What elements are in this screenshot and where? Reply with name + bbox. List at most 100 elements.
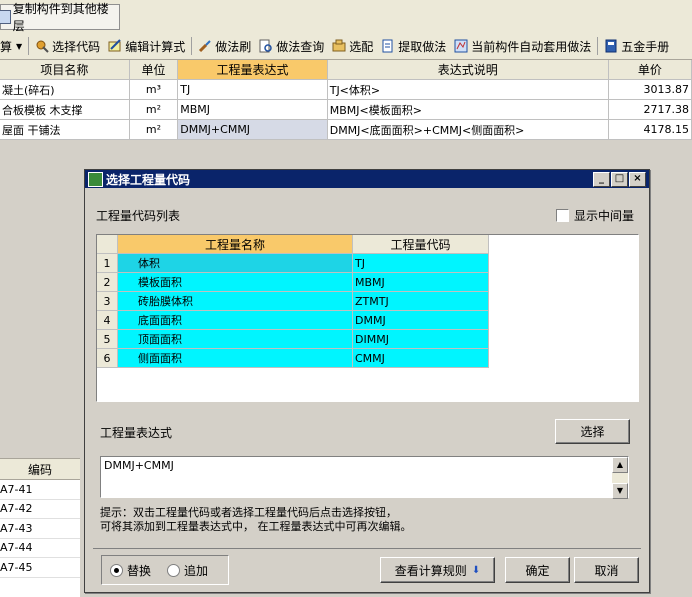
expression-scrollbar[interactable]: ▲ ▼ [612,457,628,499]
extract-label: 提取做法 [398,39,447,54]
cell-expression[interactable]: MBMJ [178,100,328,119]
copy-to-floors-button[interactable]: 复制构件到其他楼层 [0,2,120,33]
maximize-icon[interactable]: □ [611,172,628,187]
col-header-quantity-code[interactable]: 工程量代码 [353,235,489,254]
list-item[interactable]: A7-44 [0,539,80,558]
row-number: 1 [97,254,118,273]
table-row[interactable]: 凝土(碎石) m³ TJ TJ<体积> 3013.87 [0,80,692,100]
quantity-code[interactable]: CMMJ [353,349,489,368]
table-row[interactable]: 1 体积 TJ [97,254,638,273]
hint-text: 提示：双击工程量代码或者选择工程量代码后点击选择按钮， 可将其添加到工程量表达式… [100,506,630,534]
code-list: 工程量名称 工程量代码 1 体积 TJ 2 模板面积 MBMJ 3 砖胎膜体积 … [96,234,639,402]
dialog-titlebar[interactable]: 选择工程量代码 _ □ × [85,170,649,188]
scroll-up-icon[interactable]: ▲ [612,457,628,473]
list-item[interactable]: A7-43 [0,519,80,539]
quantity-code[interactable]: MBMJ [353,273,489,292]
table-row[interactable]: 6 侧面面积 CMMJ [97,349,638,368]
cell-price[interactable]: 2717.38 [609,100,692,119]
append-radio[interactable]: 追加 [167,562,208,579]
expression-label: 工程量表达式 [100,426,173,440]
show-intermediate-label: 显示中间量 [574,209,635,223]
list-item[interactable]: A7-42 [0,500,80,519]
cell-unit[interactable]: m³ [130,80,179,99]
cell-expression[interactable]: TJ [178,80,328,99]
extract-button[interactable]: 提取做法 [377,35,450,57]
table-row[interactable]: 5 顶面面积 DIMMJ [97,330,638,349]
cell-price[interactable]: 4178.15 [609,120,692,139]
copy-to-floors-label: 复制构件到其他楼层 [12,2,109,33]
quantity-name[interactable]: 体积 [118,254,353,273]
match-label: 选配 [349,39,374,54]
quantity-code[interactable]: TJ [353,254,489,273]
manual-button[interactable]: 五金手册 [600,35,673,57]
view-rules-label: 查看计算规则 [394,563,467,578]
brush-icon [198,39,212,53]
cell-price[interactable]: 3013.87 [609,80,692,99]
copy-icon [0,10,11,24]
cell-expression-desc[interactable]: MBMJ<模板面积> [328,100,609,119]
col-header-price[interactable]: 单价 [609,60,692,79]
app-icon [88,171,103,187]
auto-apply-label: 当前构件自动套用做法 [471,39,592,54]
cell-unit[interactable]: m² [130,120,179,139]
quantity-code[interactable]: ZTMTJ [353,292,489,311]
table-row[interactable]: 屋面 干铺法 m² DMMJ+CMMJ DMMJ<底面面积>+CMMJ<侧面面积… [0,120,692,140]
quantity-name[interactable]: 砖胎膜体积 [118,292,353,311]
select-code-button[interactable]: 选择代码 [31,35,104,57]
expression-input[interactable]: DMMJ+CMMJ ▲ ▼ [100,456,629,499]
close-icon[interactable]: × [629,172,646,187]
scroll-track[interactable] [612,473,628,483]
edit-formula-button[interactable]: 编辑计算式 [104,35,189,57]
scroll-down-icon[interactable]: ▼ [612,483,628,499]
quantity-code[interactable]: DMMJ [353,311,489,330]
quantity-name[interactable]: 底面面积 [118,311,353,330]
cell-expression-desc[interactable]: TJ<体积> [328,80,609,99]
brush-button[interactable]: 做法刷 [194,35,255,57]
brush-label: 做法刷 [215,39,252,54]
row-number: 4 [97,311,118,330]
list-item[interactable]: A7-45 [0,558,80,578]
match-button[interactable]: 选配 [328,35,377,57]
view-rules-button[interactable]: 查看计算规则 ⬇ [380,557,495,583]
select-code-icon [35,39,49,53]
col-header-item-name[interactable]: 项目名称 [0,60,130,79]
table-row[interactable]: 2 模板面积 MBMJ [97,273,638,292]
ok-button[interactable]: 确定 [505,557,570,583]
quantity-code[interactable]: DIMMJ [353,330,489,349]
quantity-name[interactable]: 顶面面积 [118,330,353,349]
quantity-name[interactable]: 侧面面积 [118,349,353,368]
row-number: 5 [97,330,118,349]
table-row[interactable]: 3 砖胎膜体积 ZTMTJ [97,292,638,311]
auto-apply-icon [454,39,468,53]
radio-icon[interactable] [167,563,181,577]
col-header-unit[interactable]: 单位 [130,60,179,79]
quantity-name[interactable]: 模板面积 [118,273,353,292]
table-row[interactable]: 4 底面面积 DMMJ [97,311,638,330]
list-item[interactable]: A7-41 [0,480,80,500]
cell-item-name[interactable]: 屋面 干铺法 [0,120,130,139]
code-panel-header[interactable]: 编码 [0,458,80,480]
query-button[interactable]: 做法查询 [255,35,328,57]
table-row[interactable]: 合板模板 木支撑 m² MBMJ MBMJ<模板面积> 2717.38 [0,100,692,120]
cell-item-name[interactable]: 合板模板 木支撑 [0,100,130,119]
radio-selected-icon[interactable] [110,563,123,577]
cell-expression-desc[interactable]: DMMJ<底面面积>+CMMJ<侧面面积> [328,120,609,139]
show-intermediate-checkbox[interactable]: 显示中间量 [556,207,634,224]
cell-unit[interactable]: m² [130,100,179,119]
auto-apply-button[interactable]: 当前构件自动套用做法 [450,35,595,57]
edit-formula-icon [108,39,122,53]
replace-radio[interactable]: 替换 [110,562,151,579]
col-header-expression-desc[interactable]: 表达式说明 [328,60,609,79]
checkbox-box[interactable] [556,209,569,222]
col-header-quantity-name[interactable]: 工程量名称 [118,235,353,254]
cancel-button[interactable]: 取消 [574,557,639,583]
manual-icon [604,39,618,53]
cell-expression[interactable]: DMMJ+CMMJ [178,120,328,139]
cell-item-name[interactable]: 凝土(碎石) [0,80,130,99]
select-quantity-code-dialog: 选择工程量代码 _ □ × 工程量代码列表 显示中间量 工程量名称 工程量代码 … [84,169,650,593]
calc-dropdown-button[interactable]: 算 ▼ [0,35,26,57]
minimize-icon[interactable]: _ [593,172,610,187]
calc-label: 算 [0,39,13,54]
select-button[interactable]: 选择 [555,419,630,444]
col-header-expression[interactable]: 工程量表达式 [178,60,328,79]
